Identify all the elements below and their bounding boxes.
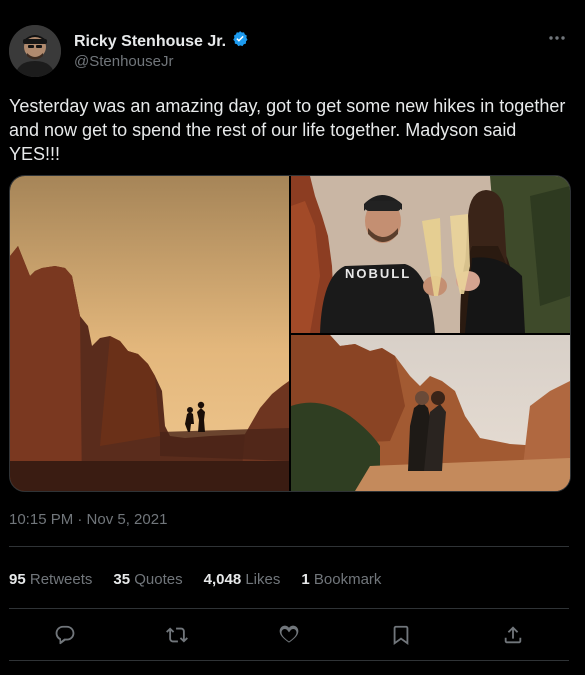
media-photo-celebration[interactable]: NOBULL bbox=[291, 176, 570, 333]
action-bar bbox=[9, 620, 569, 650]
quotes-label: Quotes bbox=[134, 571, 183, 588]
retweet-icon[interactable] bbox=[162, 620, 192, 650]
user-name-row: Ricky Stenhouse Jr. bbox=[74, 30, 249, 53]
engagement-stats: 95 Retweets 35 Quotes 4,048 Likes 1 Book… bbox=[9, 571, 402, 588]
quotes-stat[interactable]: 35 Quotes bbox=[113, 571, 182, 588]
share-icon[interactable] bbox=[498, 620, 528, 650]
media-photo-proposal[interactable] bbox=[10, 176, 289, 491]
divider bbox=[9, 608, 569, 609]
more-icon[interactable] bbox=[545, 28, 569, 48]
bookmark-icon[interactable] bbox=[386, 620, 416, 650]
tweet-text: Yesterday was an amazing day, got to get… bbox=[9, 96, 566, 164]
quotes-count: 35 bbox=[113, 571, 131, 588]
bookmarks-count: 1 bbox=[301, 571, 310, 588]
verified-badge-icon bbox=[231, 30, 249, 53]
like-icon[interactable] bbox=[274, 620, 304, 650]
media-grid: NOBULL bbox=[9, 175, 571, 492]
shirt-logo-text: NOBULL bbox=[345, 266, 411, 281]
retweets-count: 95 bbox=[9, 571, 26, 588]
divider bbox=[9, 660, 569, 661]
display-name[interactable]: Ricky Stenhouse Jr. bbox=[74, 33, 226, 51]
user-handle[interactable]: @StenhouseJr bbox=[74, 53, 173, 70]
likes-label: Likes bbox=[245, 571, 281, 588]
avatar[interactable] bbox=[9, 25, 61, 77]
bookmarks-stat[interactable]: 1 Bookmark bbox=[301, 571, 381, 588]
likes-stat[interactable]: 4,048 Likes bbox=[204, 571, 281, 588]
likes-count: 4,048 bbox=[203, 571, 242, 588]
bookmarks-label: Bookmark bbox=[313, 571, 382, 588]
retweets-stat[interactable]: 95 Retweets bbox=[9, 571, 92, 588]
reply-icon[interactable] bbox=[50, 620, 80, 650]
media-photo-embrace[interactable] bbox=[291, 335, 570, 491]
divider bbox=[9, 546, 569, 547]
retweets-label: Retweets bbox=[29, 571, 93, 588]
avatar-image bbox=[9, 25, 61, 77]
tweet-timestamp[interactable]: 10:15 PM · Nov 5, 2021 bbox=[9, 511, 167, 528]
